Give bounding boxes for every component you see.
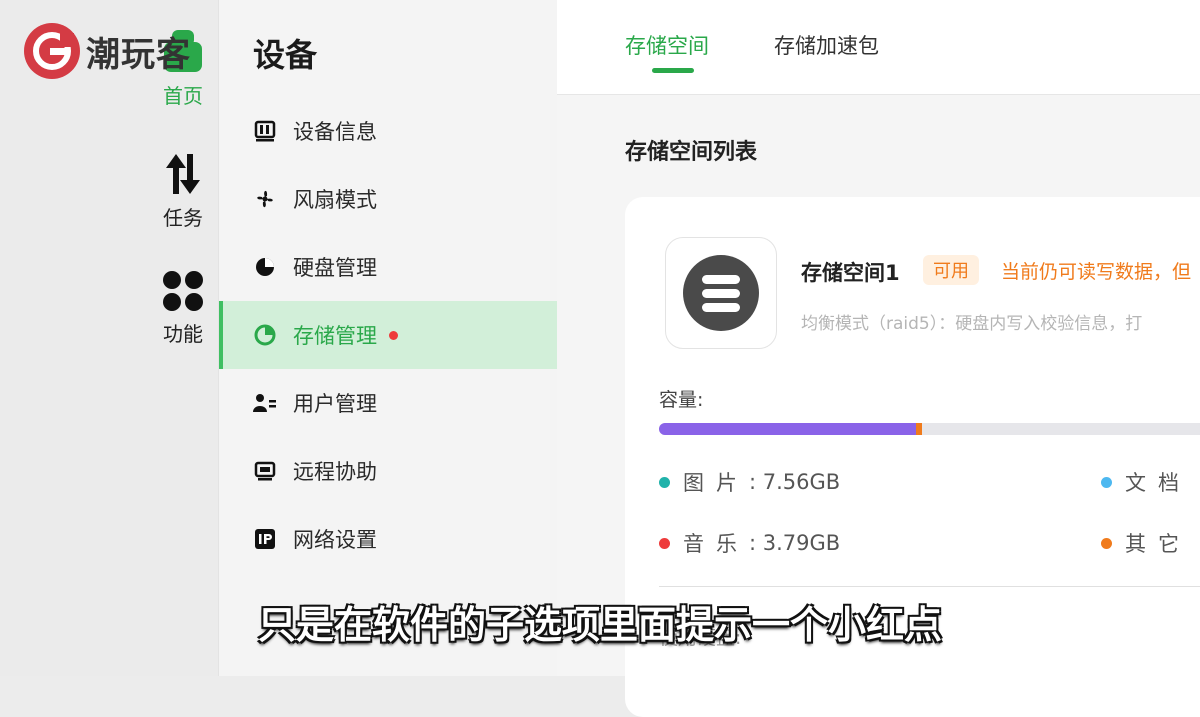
- menu-item-label: 硬盘管理: [293, 256, 377, 280]
- legend-sep: :: [749, 470, 763, 494]
- volume-warning: 当前仍可读写数据，但: [1001, 261, 1192, 283]
- legend-name: 其它: [1125, 532, 1191, 556]
- legend-name: 文档: [1125, 471, 1191, 495]
- active-tab-indicator: [652, 68, 694, 73]
- legend-dot: [1101, 476, 1112, 488]
- legend-sep: :: [749, 531, 763, 555]
- rail-item-label: 任务: [163, 206, 203, 230]
- divider: [659, 586, 1200, 587]
- rail-item-label: 首页: [163, 84, 203, 108]
- rail-item-function[interactable]: 功能: [140, 270, 226, 347]
- tab-bar: 存储空间 存储加速包: [557, 0, 1200, 95]
- menu-item-label: 风扇模式: [293, 188, 377, 212]
- menu-item-storage-management[interactable]: 存储管理: [219, 301, 558, 369]
- legend-value: 7.56GB: [762, 470, 841, 494]
- storage-pie-icon: [253, 323, 277, 347]
- legend-dot: [1101, 537, 1112, 549]
- device-info-icon: [253, 119, 277, 143]
- disk-chart-icon: [253, 255, 277, 279]
- legend-name: 图片: [683, 471, 749, 495]
- tab-storage-accel[interactable]: 存储加速包: [774, 30, 879, 60]
- status-badge: 可用: [923, 255, 979, 285]
- monitor-icon: [253, 459, 277, 483]
- menu-item-label: 用户管理: [293, 392, 377, 416]
- server-stack-icon: [683, 255, 759, 331]
- device-menu: 设备 设备信息 风扇模式 硬盘管理 存储管理 用户管理 远程协助 网络设置: [218, 0, 558, 676]
- legend-item-docs: 文档: [1101, 467, 1191, 497]
- capacity-used-segment: [659, 423, 916, 435]
- watermark-text: 潮玩客: [86, 34, 191, 75]
- notification-dot: [389, 330, 398, 340]
- users-icon: [253, 391, 277, 415]
- menu-item-network-settings[interactable]: 网络设置: [219, 505, 558, 573]
- rail-item-label: 功能: [163, 322, 203, 346]
- watermark-logo: 潮玩客: [24, 22, 191, 80]
- legend-item-other: 其它: [1101, 528, 1191, 558]
- ip-icon: [253, 527, 277, 551]
- nav-rail: 首页 任务 功能: [0, 0, 218, 676]
- tab-storage-space[interactable]: 存储空间: [625, 30, 709, 60]
- menu-item-device-info[interactable]: 设备信息: [219, 97, 558, 165]
- rail-item-task[interactable]: 任务: [140, 152, 226, 231]
- legend-dot: [659, 537, 670, 549]
- volume-icon-box: [665, 237, 777, 349]
- capacity-label: 容量:: [659, 389, 704, 411]
- grid-dots-icon: [163, 271, 203, 311]
- menu-item-user-management[interactable]: 用户管理: [219, 369, 558, 437]
- section-title: 存储空间列表: [625, 140, 758, 165]
- capacity-bar: [659, 423, 1200, 435]
- legend-name: 音乐: [683, 532, 749, 556]
- legend-item-music: 音乐 : 3.79GB: [659, 528, 840, 558]
- legend-dot: [659, 476, 670, 488]
- logo-icon: [24, 23, 80, 79]
- menu-item-remote-assist[interactable]: 远程协助: [219, 437, 558, 505]
- menu-item-label: 存储管理: [293, 324, 377, 348]
- menu-item-label: 设备信息: [293, 120, 377, 144]
- raid-mode: 均衡模式（raid5）：硬盘内写入校验信息，打: [801, 314, 1143, 334]
- capacity-other-segment: [915, 423, 923, 435]
- volume-name: 存储空间1: [801, 261, 900, 285]
- legend-item-images: 图片 : 7.56GB: [659, 467, 840, 497]
- legend-value: 3.79GB: [762, 531, 841, 555]
- menu-item-fan-mode[interactable]: 风扇模式: [219, 165, 558, 233]
- menu-title: 设备: [253, 36, 318, 74]
- menu-item-disk-management[interactable]: 硬盘管理: [219, 233, 558, 301]
- menu-item-label: 远程协助: [293, 460, 377, 484]
- main-content: 存储空间 存储加速包 存储空间列表 存储空间1 可用 当前仍可读写数据，但 均衡…: [557, 0, 1200, 717]
- transfer-arrows-icon: [166, 154, 200, 194]
- fan-icon: [253, 187, 277, 211]
- menu-item-label: 网络设置: [293, 528, 377, 552]
- video-caption: 只是在软件的子选项里面提示一个小红点: [257, 603, 942, 647]
